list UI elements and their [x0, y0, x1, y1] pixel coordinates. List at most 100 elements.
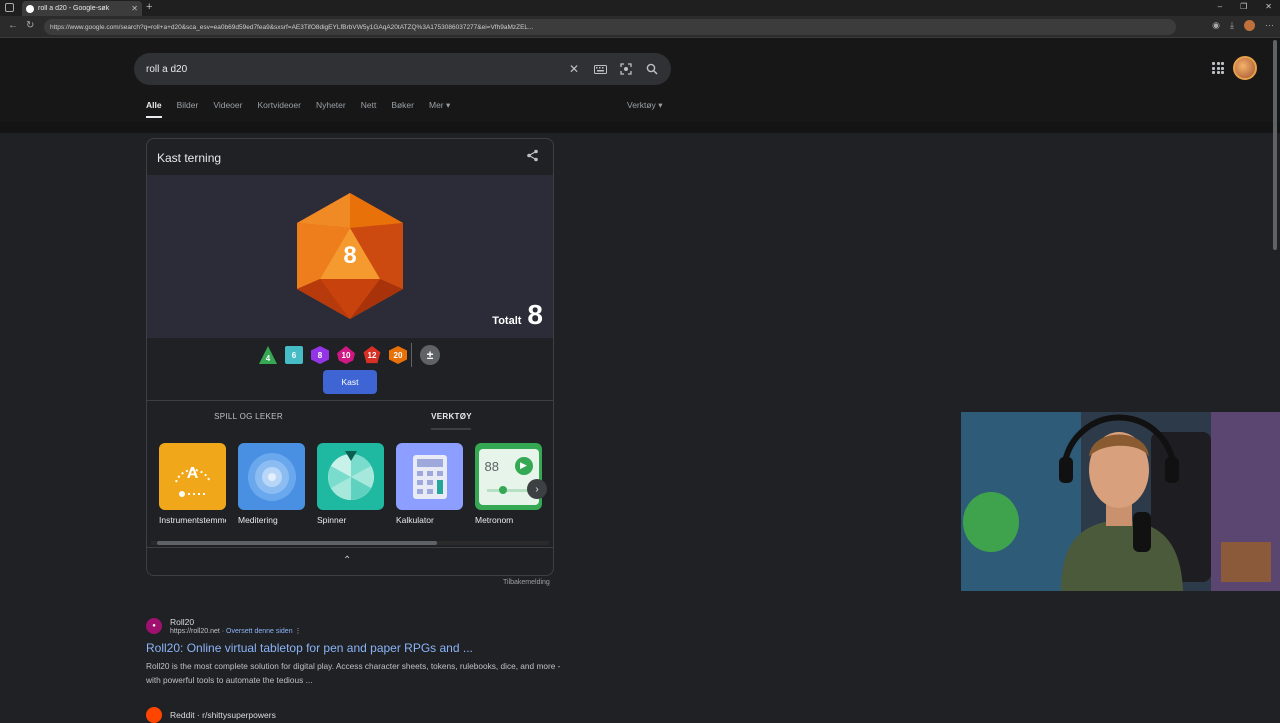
streamer-image	[961, 412, 1280, 591]
tab-images[interactable]: Bilder	[177, 100, 199, 118]
result-url-line: https://roll20.net · Oversett denne side…	[170, 627, 302, 635]
tab-more[interactable]: Mer ▾	[429, 100, 450, 118]
scrollbar-thumb[interactable]	[157, 541, 437, 545]
reddit-favicon-icon	[146, 707, 162, 723]
tool-calculator[interactable]: Kalkulator	[396, 443, 463, 525]
d20-button[interactable]: 20	[389, 346, 407, 364]
download-icon[interactable]: ⤓	[1230, 20, 1234, 31]
google-favicon-icon	[26, 4, 34, 13]
tool-label: Spinner	[317, 515, 347, 525]
d6-button[interactable]: 6	[285, 346, 303, 364]
result-snippet: Roll20 is the most complete solution for…	[146, 661, 561, 685]
new-tab-icon[interactable]: +	[146, 1, 152, 13]
result-site[interactable]: ● Roll20 https://roll20.net · Oversett d…	[146, 617, 566, 635]
window-controls: – ❐ ✕	[1218, 2, 1272, 11]
result-site-info: Roll20 https://roll20.net · Oversett den…	[170, 617, 302, 635]
chevron-down-icon: ▾	[446, 100, 451, 110]
keyboard-icon[interactable]	[593, 62, 607, 76]
metronome-value: 88	[484, 458, 499, 474]
page-scrollbar[interactable]	[1273, 40, 1277, 250]
tab-actions-icon[interactable]	[5, 3, 14, 12]
tool-label: Instrumentstemmer	[159, 515, 226, 525]
close-tab-icon[interactable]: ✕	[131, 4, 138, 13]
tool-label: Kalkulator	[396, 515, 434, 525]
search-tabs: Alle Bilder Videoer Kortvideoer Nyheter …	[146, 100, 465, 118]
total-value: 8	[527, 299, 543, 330]
tab-videos[interactable]: Videoer	[213, 100, 242, 118]
d8-button[interactable]: 8	[311, 346, 329, 364]
webcam-overlay	[961, 412, 1280, 591]
menu-icon[interactable]: ⋯	[1265, 20, 1274, 31]
tool-label: Meditering	[238, 515, 278, 525]
back-icon[interactable]: ←	[8, 20, 18, 31]
minimize-icon[interactable]: –	[1218, 2, 1222, 11]
card-divider	[147, 547, 553, 548]
slider-handle-icon	[498, 485, 507, 494]
google-apps-icon[interactable]	[1212, 62, 1224, 74]
tool-label: Metronom	[475, 515, 514, 525]
category-tabs: SPILL OG LEKER VERKTØY	[147, 401, 553, 431]
result-title[interactable]: Roll20: Online virtual tabletop for pen …	[146, 641, 566, 655]
active-tab-indicator	[431, 428, 471, 430]
tools-dropdown[interactable]: Verktøy ▾	[627, 100, 662, 111]
total-label: Totalt	[492, 315, 522, 327]
d4-button[interactable]: 4	[259, 346, 277, 364]
search-result: ● Roll20 https://roll20.net · Oversett d…	[146, 617, 566, 687]
close-window-icon[interactable]: ✕	[1265, 2, 1272, 11]
more-options-icon[interactable]: ⋮	[295, 628, 302, 635]
meditation-icon	[238, 443, 305, 510]
carousel-scrollbar[interactable]	[151, 541, 549, 545]
dice-stage[interactable]: 8 Totalt 8	[147, 175, 553, 338]
collapse-icon[interactable]: ⌃	[343, 555, 351, 566]
reload-icon[interactable]: ↻	[26, 20, 34, 31]
spinner-icon	[317, 443, 384, 510]
restore-icon[interactable]: ❐	[1240, 2, 1247, 11]
tempo-slider	[486, 488, 531, 492]
tool-meditation[interactable]: Meditering	[238, 443, 305, 525]
tab-all[interactable]: Alle	[146, 100, 162, 118]
tab-games[interactable]: SPILL OG LEKER	[147, 401, 350, 431]
die-value: 8	[343, 242, 357, 269]
profile-icon[interactable]	[1244, 20, 1255, 31]
modifier-button[interactable]: ±	[420, 345, 440, 365]
tab-news[interactable]: Nyheter	[316, 100, 346, 118]
d20-die: 8	[295, 193, 405, 319]
tab-tools[interactable]: VERKTØY	[350, 401, 553, 431]
tab-title: roll a d20 - Google-søk	[38, 5, 110, 12]
dice-selector: 4 6 8 10 12 20 ±	[259, 343, 440, 367]
tool-tuner[interactable]: A Instrumentstemmer	[159, 443, 226, 525]
tab-web[interactable]: Nett	[361, 100, 377, 118]
tab-books[interactable]: Bøker	[391, 100, 414, 118]
translate-link[interactable]: Oversett denne siden	[226, 628, 293, 635]
share-icon[interactable]	[526, 149, 539, 165]
chevron-down-icon: ▾	[658, 100, 663, 110]
d10-button[interactable]: 10	[337, 346, 355, 364]
feedback-link[interactable]: Tilbakemelding	[503, 579, 550, 586]
tools-label: Verktøy	[627, 100, 656, 110]
search-icon[interactable]	[645, 62, 659, 76]
url-text: https://www.google.com/search?q=roll+a+d…	[50, 23, 534, 31]
dice-roller-card: Kast terning 8 Totalt 8 4 6 8 10 12 20 ±…	[146, 138, 554, 576]
extension-icon[interactable]: ◉	[1212, 20, 1220, 31]
carousel-next-icon[interactable]: ›	[527, 479, 547, 499]
avatar[interactable]	[1233, 56, 1257, 80]
address-bar[interactable]: https://www.google.com/search?q=roll+a+d…	[44, 19, 1176, 35]
lens-icon[interactable]	[619, 62, 633, 76]
search-box[interactable]: roll a d20 ✕	[134, 53, 671, 85]
search-input[interactable]: roll a d20	[146, 64, 555, 75]
tab-short-videos[interactable]: Kortvideoer	[257, 100, 300, 118]
tuner-icon: A	[159, 443, 226, 510]
tool-spinner[interactable]: Spinner	[317, 443, 384, 525]
card-title: Kast terning	[157, 151, 222, 165]
extension-icons: ◉ ⤓ ⋯	[1212, 20, 1274, 31]
result-url: https://roll20.net	[170, 628, 220, 635]
browser-toolbar: ← ↻ https://www.google.com/search?q=roll…	[0, 16, 1280, 38]
clear-icon[interactable]: ✕	[567, 62, 581, 76]
d12-button[interactable]: 12	[363, 346, 381, 364]
metronome-icon: 88 ▶	[475, 443, 542, 510]
browser-tab[interactable]: roll a d20 - Google-søk ✕	[22, 1, 142, 16]
roll-button[interactable]: Kast	[323, 370, 377, 394]
tools-carousel: A Instrumentstemmer Meditering Spinner K…	[159, 443, 542, 525]
search-result[interactable]: Reddit · r/shittysuperpowers	[146, 707, 276, 723]
total-display: Totalt 8	[492, 301, 543, 329]
